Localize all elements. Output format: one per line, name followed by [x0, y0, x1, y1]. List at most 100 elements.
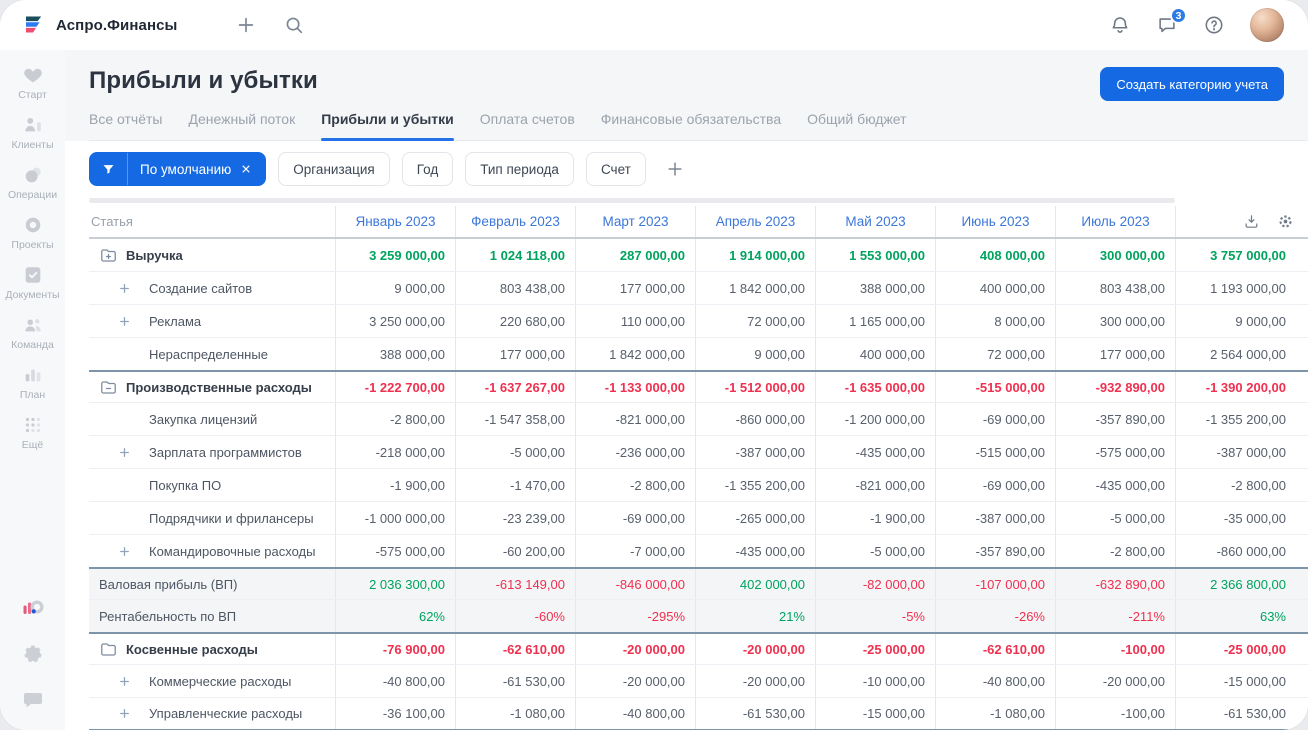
- sidebar-item-Ещё[interactable]: Ещё: [0, 414, 65, 451]
- value-cell: -69 000,00: [935, 469, 1055, 501]
- row-label[interactable]: Командировочные расходы: [89, 535, 335, 567]
- column-header-Январь 2023[interactable]: Январь 2023: [335, 206, 455, 237]
- row-label[interactable]: Подрядчики и фрилансеры: [89, 502, 335, 534]
- column-header-Март 2023[interactable]: Март 2023: [575, 206, 695, 237]
- value-cell: -236 000,00: [575, 436, 695, 468]
- sidebar-item-Команда[interactable]: Команда: [0, 314, 65, 351]
- tab-Денежный поток[interactable]: Денежный поток: [188, 111, 295, 140]
- value-cell: -5 000,00: [455, 436, 575, 468]
- value-cell: 110 000,00: [575, 305, 695, 337]
- filter-bar: По умолчанию Организация Год Тип периода Сч…: [89, 152, 1308, 186]
- table-row: Управленческие расходы -36 100,00 -1 080,…: [89, 698, 1308, 730]
- value-cell: -515 000,00: [935, 372, 1055, 402]
- expand-plus-icon[interactable]: [118, 675, 131, 688]
- table-row: Валовая прибыль (ВП) 2 036 300,00 -613 14…: [89, 567, 1308, 600]
- notifications-bell-icon[interactable]: [1109, 14, 1131, 36]
- add-filter-button[interactable]: [662, 156, 688, 182]
- value-cell: -40 800,00: [935, 665, 1055, 697]
- value-cell: -1 080,00: [935, 698, 1055, 729]
- row-label[interactable]: Управленческие расходы: [89, 698, 335, 729]
- expand-plus-icon[interactable]: [118, 707, 131, 720]
- create-category-button[interactable]: Создать категорию учета: [1100, 67, 1284, 101]
- filter-chip-default[interactable]: По умолчанию: [89, 152, 267, 186]
- chat-feedback-icon[interactable]: [21, 688, 45, 712]
- create-new-icon[interactable]: [235, 14, 257, 36]
- brand-home-link[interactable]: Аспро.Финансы: [22, 13, 177, 37]
- tab-Финансовые обязательства[interactable]: Финансовые обязательства: [601, 111, 781, 140]
- value-cell: -69 000,00: [935, 403, 1055, 435]
- value-cell: -821 000,00: [815, 469, 935, 501]
- value-cell: -25 000,00: [1175, 634, 1308, 664]
- expand-plus-icon[interactable]: [118, 315, 131, 328]
- close-icon[interactable]: [239, 162, 253, 176]
- tabs: Все отчёты Денежный поток Прибыли и убытки…: [89, 111, 1308, 141]
- row-label[interactable]: Производственные расходы: [89, 372, 335, 402]
- sidebar-item-Операции[interactable]: Операции: [0, 164, 65, 201]
- value-cell: 62%: [335, 600, 455, 632]
- value-cell: -211%: [1055, 600, 1175, 632]
- value-cell: 21%: [695, 600, 815, 632]
- filter-chip-Год[interactable]: Год: [401, 152, 454, 186]
- value-cell: -76 900,00: [335, 634, 455, 664]
- row-label[interactable]: Покупка ПО: [89, 469, 335, 501]
- row-label[interactable]: Косвенные расходы: [89, 634, 335, 664]
- value-cell: -107 000,00: [935, 569, 1055, 599]
- value-cell: 408 000,00: [935, 239, 1055, 271]
- tab-Оплата счетов[interactable]: Оплата счетов: [480, 111, 575, 140]
- value-cell: -5%: [815, 600, 935, 632]
- tab-Прибыли и убытки[interactable]: Прибыли и убытки: [321, 111, 454, 141]
- user-avatar[interactable]: [1250, 8, 1284, 42]
- sidebar-item-Клиенты[interactable]: Клиенты: [0, 114, 65, 151]
- row-label[interactable]: Валовая прибыль (ВП): [89, 569, 335, 599]
- expand-plus-icon[interactable]: [118, 282, 131, 295]
- expand-plus-icon[interactable]: [118, 545, 131, 558]
- value-cell: -575 000,00: [1055, 436, 1175, 468]
- value-cell: -1 080,00: [455, 698, 575, 729]
- aspro-logo-icon[interactable]: [21, 596, 45, 620]
- value-cell: -2 800,00: [1055, 535, 1175, 567]
- row-label[interactable]: Закупка лицензий: [89, 403, 335, 435]
- tab-Общий бюджет[interactable]: Общий бюджет: [807, 111, 906, 140]
- value-cell: -515 000,00: [935, 436, 1055, 468]
- document-check-icon: [22, 264, 44, 286]
- value-cell: -62 610,00: [935, 634, 1055, 664]
- row-label[interactable]: Коммерческие расходы: [89, 665, 335, 697]
- row-label[interactable]: Нераспределенные: [89, 338, 335, 370]
- value-cell: -821 000,00: [575, 403, 695, 435]
- sidebar-item-Документы[interactable]: Документы: [0, 264, 65, 301]
- row-label[interactable]: Рентабельность по ВП: [89, 600, 335, 632]
- gear-icon[interactable]: [21, 642, 45, 666]
- expand-plus-icon[interactable]: [118, 446, 131, 459]
- row-label[interactable]: Реклама: [89, 305, 335, 337]
- value-cell: 72 000,00: [695, 305, 815, 337]
- column-header-Апрель 2023[interactable]: Апрель 2023: [695, 206, 815, 237]
- column-header-Июнь 2023[interactable]: Июнь 2023: [935, 206, 1055, 237]
- sidebar-item-Проекты[interactable]: Проекты: [0, 214, 65, 251]
- value-cell: -1 222 700,00: [335, 372, 455, 402]
- settings-icon[interactable]: [1277, 213, 1294, 230]
- value-cell: -613 149,00: [455, 569, 575, 599]
- filter-chip-Тип периода[interactable]: Тип периода: [465, 152, 574, 186]
- row-label[interactable]: Выручка: [89, 239, 335, 271]
- search-icon[interactable]: [283, 14, 305, 36]
- value-cell: -60 200,00: [455, 535, 575, 567]
- column-header-Февраль 2023[interactable]: Февраль 2023: [455, 206, 575, 237]
- value-cell: 9 000,00: [335, 272, 455, 304]
- tab-Все отчёты[interactable]: Все отчёты: [89, 111, 162, 140]
- filter-chip-Счет[interactable]: Счет: [585, 152, 646, 186]
- sidebar-item-Старт[interactable]: Старт: [0, 64, 65, 101]
- messages-icon[interactable]: 3: [1156, 7, 1187, 36]
- page-header: Прибыли и убытки Создать категорию учета…: [65, 50, 1308, 141]
- download-icon[interactable]: [1243, 213, 1260, 230]
- column-header-Май 2023[interactable]: Май 2023: [815, 206, 935, 237]
- horizontal-scrollbar[interactable]: [89, 198, 1175, 203]
- value-cell: -846 000,00: [575, 569, 695, 599]
- column-header-Июль 2023[interactable]: Июль 2023: [1055, 206, 1175, 237]
- sidebar-item-План[interactable]: План: [0, 364, 65, 401]
- filter-chip-Организация[interactable]: Организация: [278, 152, 390, 186]
- row-label[interactable]: Создание сайтов: [89, 272, 335, 304]
- help-icon[interactable]: [1203, 14, 1225, 36]
- value-cell: 388 000,00: [335, 338, 455, 370]
- value-cell: 2 564 000,00: [1175, 338, 1308, 370]
- row-label[interactable]: Зарплата программистов: [89, 436, 335, 468]
